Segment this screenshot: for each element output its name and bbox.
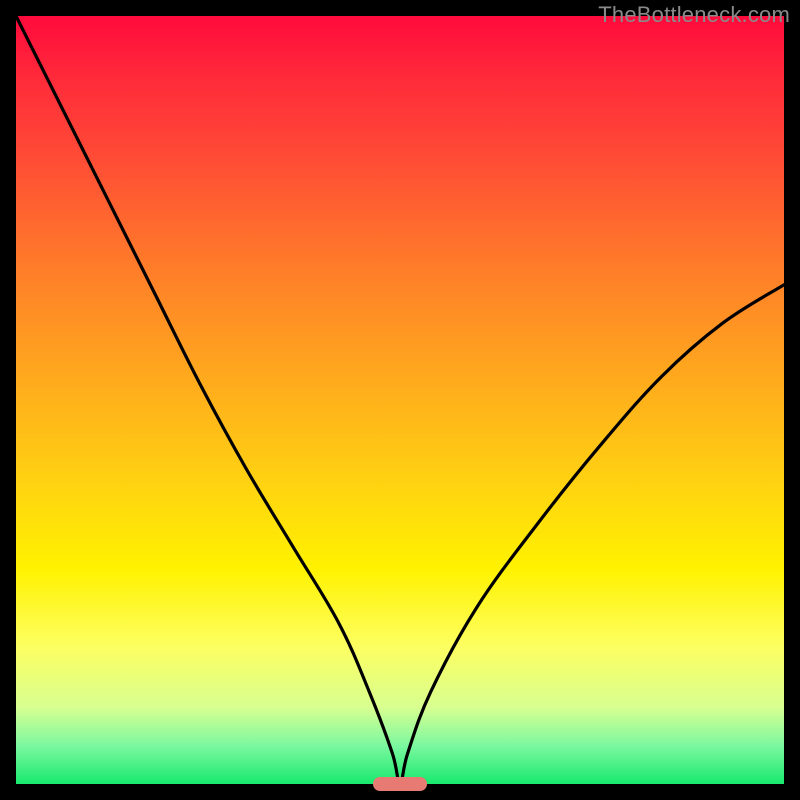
chart-frame: TheBottleneck.com — [0, 0, 800, 800]
minimum-marker — [373, 777, 427, 790]
watermark-text: TheBottleneck.com — [598, 2, 790, 28]
curve-path — [16, 16, 784, 784]
bottleneck-curve — [16, 16, 784, 784]
plot-area — [16, 16, 784, 784]
